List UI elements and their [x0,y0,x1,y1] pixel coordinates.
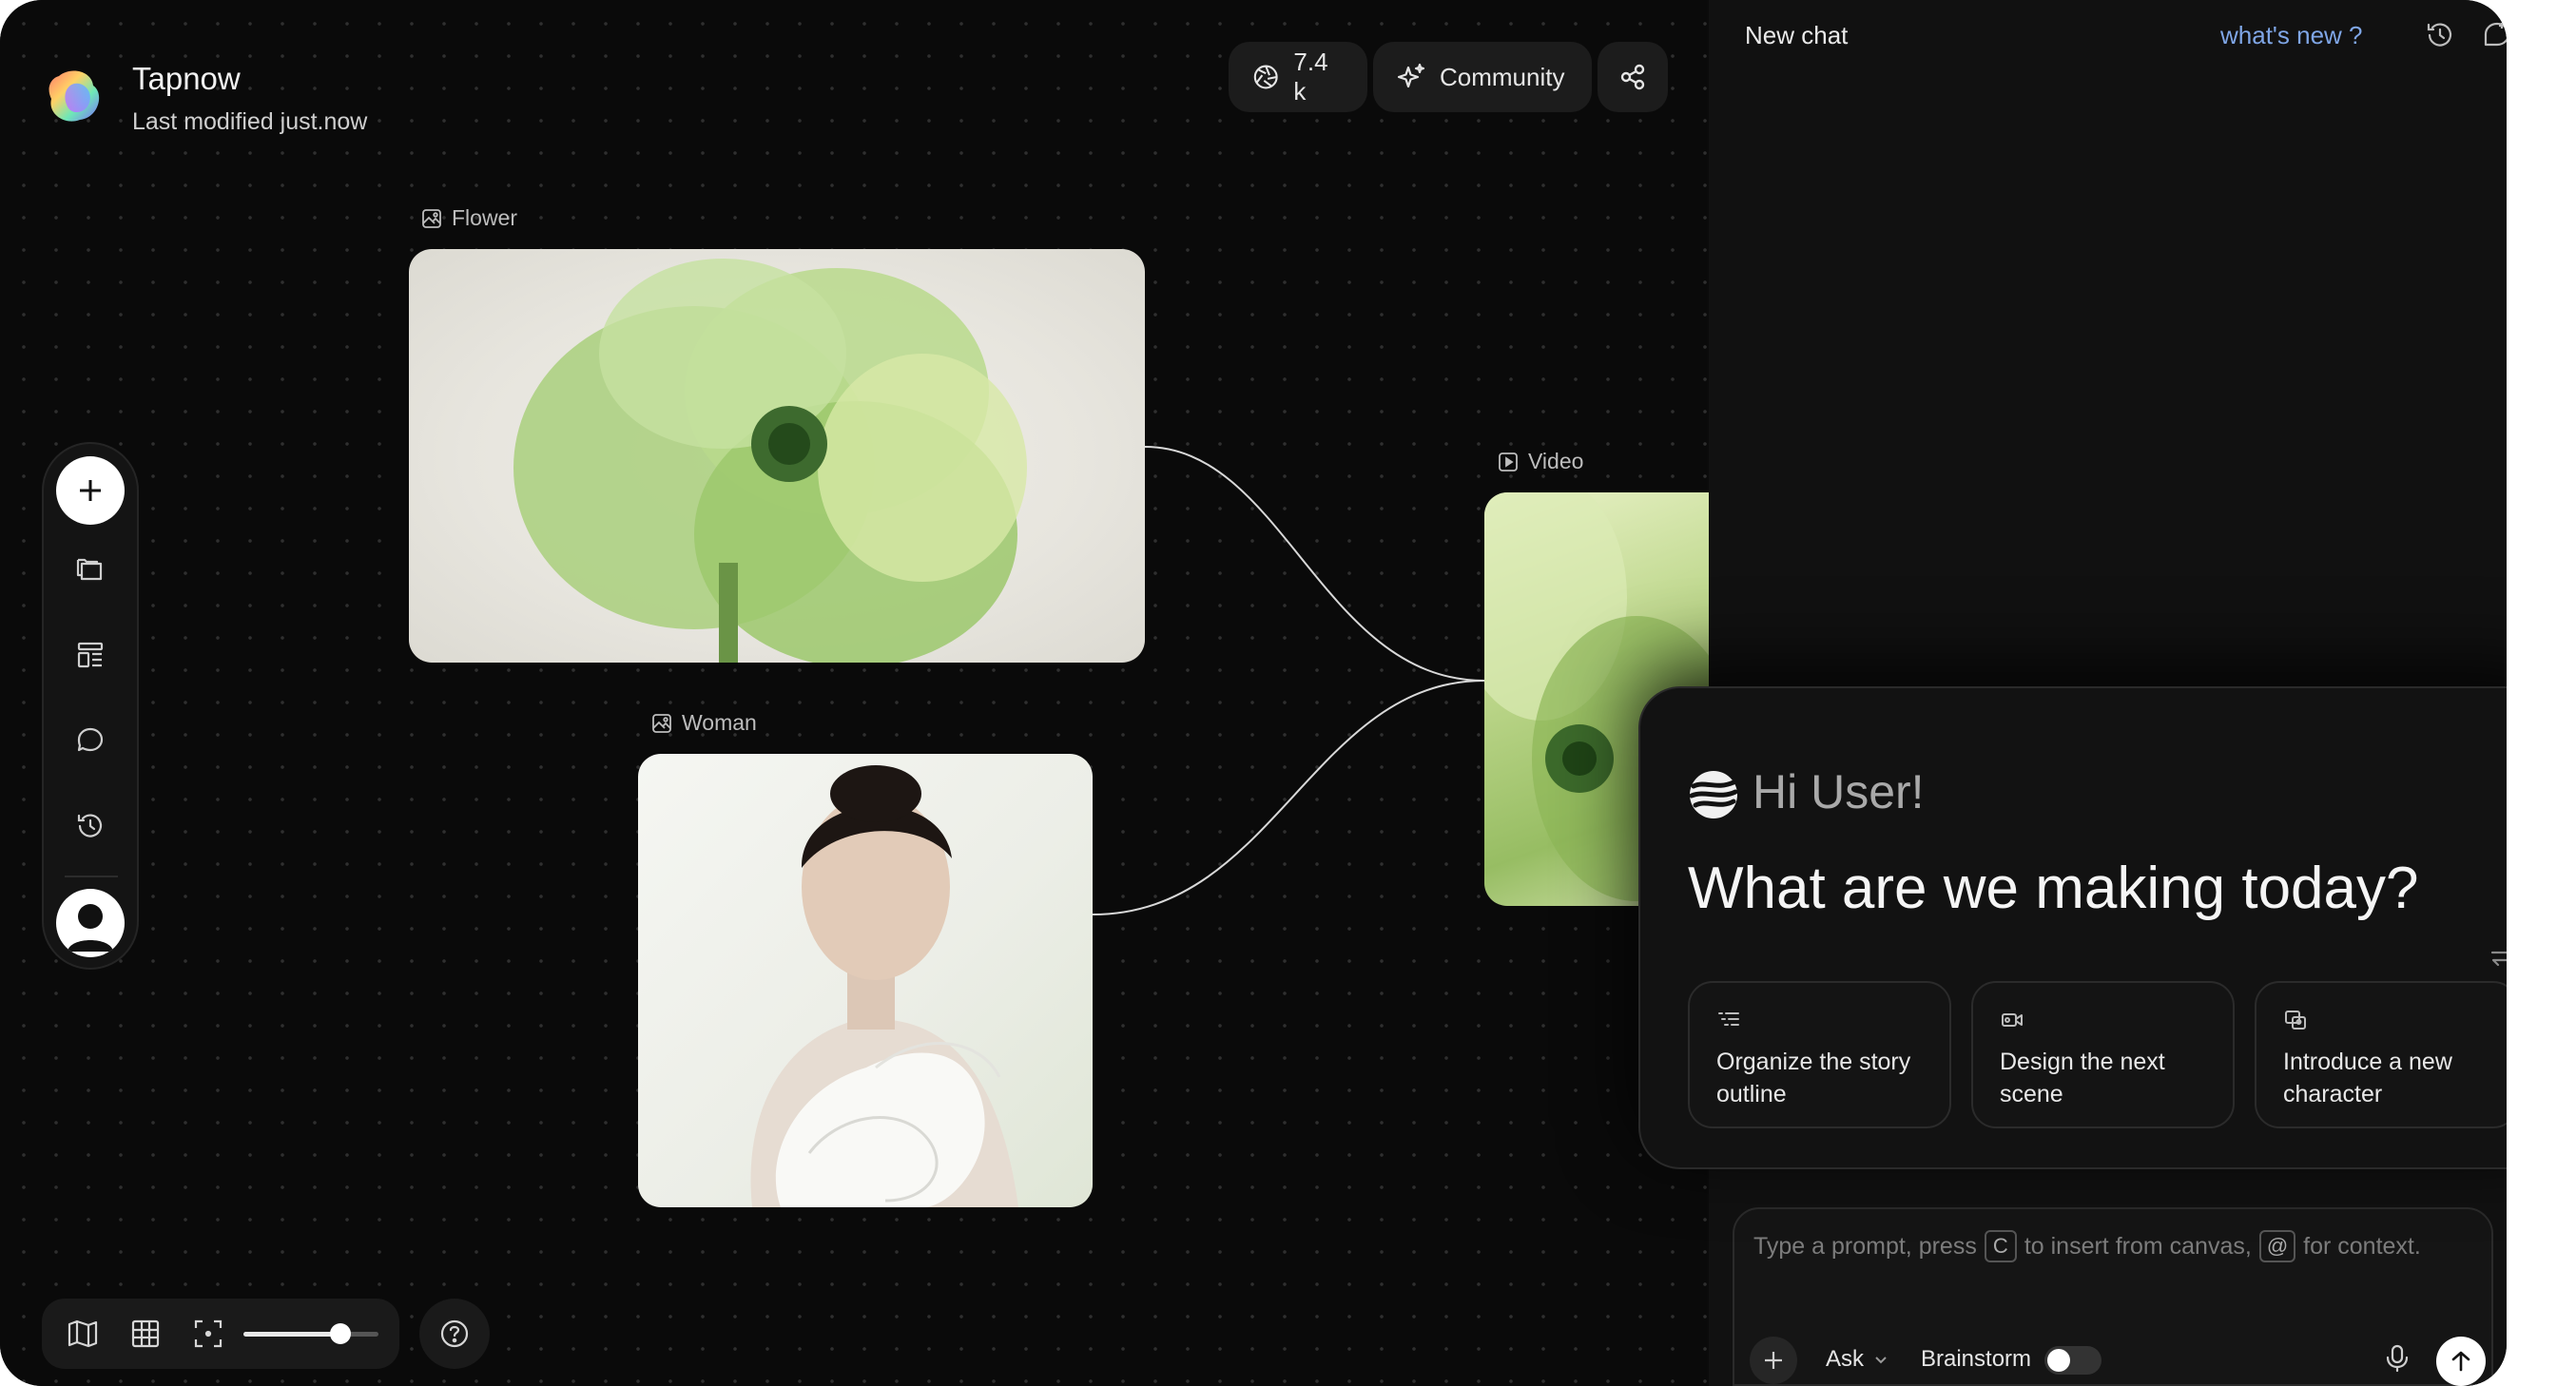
toggle-knob [2047,1349,2070,1372]
community-button[interactable]: Community [1373,42,1592,112]
assistant-logo-icon [1689,771,1738,818]
suggestion-organize-outline[interactable]: Organize the story outline [1688,981,1951,1128]
zoom-slider-handle[interactable] [330,1323,351,1344]
help-icon [440,1319,469,1348]
woman-node-label: Woman [651,710,757,736]
brainstorm-label: Brainstorm [1921,1346,2032,1372]
refresh-suggestions-icon[interactable] [2488,941,2507,972]
mode-select[interactable]: Ask [1826,1346,1888,1373]
character-icon [2285,1011,2306,1030]
stars-count: 7.4 k [1293,48,1328,106]
image-icon [422,208,441,228]
suggestion-design-scene[interactable]: Design the next scene [1971,981,2235,1128]
video-node-label: Video [1498,449,1583,474]
app-window: Tapnow Last modified just.now 7.4 k Comm… [0,0,2507,1386]
aperture-icon [1253,65,1278,89]
plus-icon [1765,1352,1782,1369]
history-icon [77,814,103,837]
chevron-down-icon [1875,1357,1887,1364]
prompt-placeholder: Type a prompt, press C to insert from ca… [1753,1230,2421,1262]
greeting-card: Hi User! What are we making today? Organ… [1638,686,2507,1169]
comments-button[interactable] [69,720,111,761]
community-label: Community [1440,62,1565,91]
plus-icon [80,480,101,501]
sparkles-icon [1397,63,1425,88]
flower-image-node[interactable] [409,249,1145,663]
toolbar-divider [65,876,118,877]
workflow-canvas[interactable]: Tapnow Last modified just.now 7.4 k Comm… [0,0,1732,1386]
microphone-icon[interactable] [2381,1342,2413,1375]
new-chat-icon[interactable] [2481,19,2507,51]
arrow-up-icon [2451,1351,2470,1372]
flower-node-label: Flower [421,205,517,231]
left-toolbar [42,442,139,970]
last-modified-text: Last modified just.now [132,108,368,135]
add-node-button[interactable] [56,456,125,525]
flower-image [513,259,1027,663]
history-icon[interactable] [2424,19,2456,51]
image-icon [652,713,671,733]
chat-title: New chat [1745,21,1849,49]
canvas-controls [42,1299,399,1369]
map-icon[interactable] [65,1316,101,1352]
share-icon [1620,64,1645,90]
grid-icon[interactable] [127,1316,164,1352]
stars-button[interactable]: 7.4 k [1229,42,1367,112]
canvas-shortcut-key: C [1984,1230,2017,1262]
assets-button[interactable] [69,549,111,590]
user-icon [68,904,113,952]
folders-icon [76,558,103,581]
greeting-text: Hi User! [1753,765,1925,818]
context-shortcut-key: @ [2258,1230,2296,1262]
attach-button[interactable] [1750,1337,1797,1384]
list-outline-icon [1718,1012,1739,1026]
app-title: Tapnow [132,61,241,96]
prompt-input[interactable]: Type a prompt, press C to insert from ca… [1733,1207,2493,1386]
layout-icon [77,642,104,668]
user-avatar[interactable] [56,889,125,957]
send-button[interactable] [2436,1337,2486,1386]
help-button[interactable] [419,1299,490,1369]
zoom-slider-fill [243,1332,340,1337]
woman-image [750,765,1018,1207]
greeting-question: What are we making today? [1688,856,2419,921]
share-button[interactable] [1598,42,1668,112]
templates-button[interactable] [69,634,111,676]
tapnow-logo [48,70,100,122]
history-button[interactable] [69,805,111,847]
fit-view-icon[interactable] [190,1316,226,1352]
brainstorm-toggle[interactable] [2044,1346,2101,1375]
suggestion-new-character[interactable]: Introduce a new character [2255,981,2507,1128]
whats-new-link[interactable]: what's new ? [2220,21,2363,50]
zoom-slider[interactable] [243,1323,378,1344]
video-camera-icon [2002,1013,2023,1027]
woman-image-node[interactable] [638,754,1093,1207]
chat-bubble-icon [77,727,104,752]
play-icon [1499,452,1518,472]
